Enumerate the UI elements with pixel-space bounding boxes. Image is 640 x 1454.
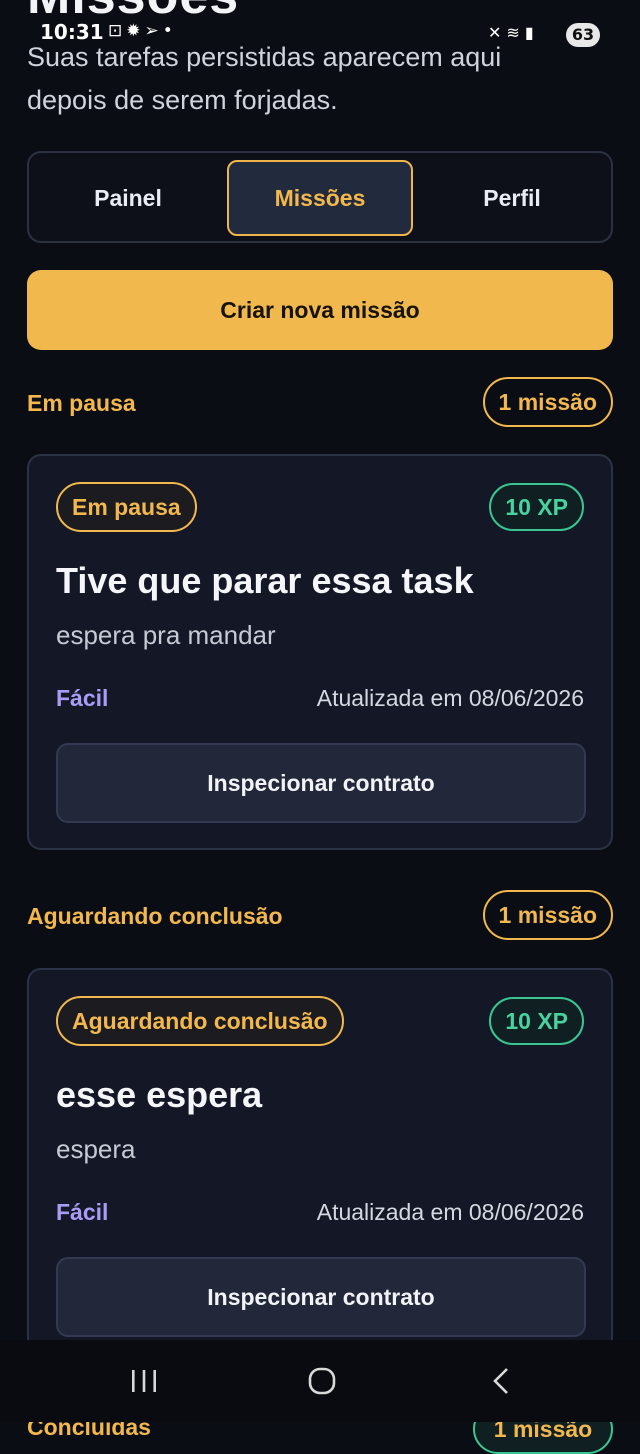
- section-count-badge: 1 missão: [482, 377, 613, 427]
- tab-missoes[interactable]: Missões: [227, 160, 413, 236]
- back-button[interactable]: [442, 1340, 562, 1422]
- section-count-badge: 1 missão: [482, 890, 613, 940]
- system-nav-bar: [0, 1340, 640, 1422]
- xp-badge: 10 XP: [489, 997, 584, 1045]
- status-badge: Em pausa: [56, 482, 197, 532]
- back-icon: [493, 1368, 508, 1394]
- mission-description: espera: [56, 1134, 136, 1164]
- recents-icon: [132, 1370, 156, 1392]
- mission-updated-date: Atualizada em 08/06/2026: [316, 685, 584, 711]
- inspect-contract-button[interactable]: Inspecionar contrato: [56, 743, 586, 823]
- mission-card: Aguardando conclusão 10 XP esse espera e…: [27, 968, 613, 1364]
- tab-perfil[interactable]: Perfil: [419, 160, 605, 236]
- mission-updated-date: Atualizada em 08/06/2026: [316, 1199, 584, 1225]
- mission-title: esse espera: [56, 1074, 263, 1115]
- section-label-awaiting: Aguardando conclusão: [27, 903, 283, 929]
- mission-description: espera pra mandar: [56, 620, 276, 650]
- inspect-contract-button[interactable]: Inspecionar contrato: [56, 1257, 586, 1337]
- home-icon: [308, 1367, 336, 1395]
- tab-painel[interactable]: Painel: [35, 160, 221, 236]
- mission-difficulty: Fácil: [56, 685, 109, 711]
- tab-bar: Painel Missões Perfil: [27, 151, 613, 243]
- section-label-paused: Em pausa: [27, 390, 136, 416]
- xp-badge: 10 XP: [489, 483, 584, 531]
- mission-difficulty: Fácil: [56, 1199, 109, 1225]
- mission-title: Tive que parar essa task: [56, 560, 474, 601]
- home-button[interactable]: [262, 1340, 382, 1422]
- recents-button[interactable]: [84, 1340, 204, 1422]
- status-badge: Aguardando conclusão: [56, 996, 344, 1046]
- page-subtitle: Suas tarefas persistidas aparecem aqui d…: [27, 42, 502, 115]
- mission-card: Em pausa 10 XP Tive que parar essa task …: [27, 454, 613, 850]
- create-mission-button[interactable]: Criar nova missão: [27, 270, 613, 350]
